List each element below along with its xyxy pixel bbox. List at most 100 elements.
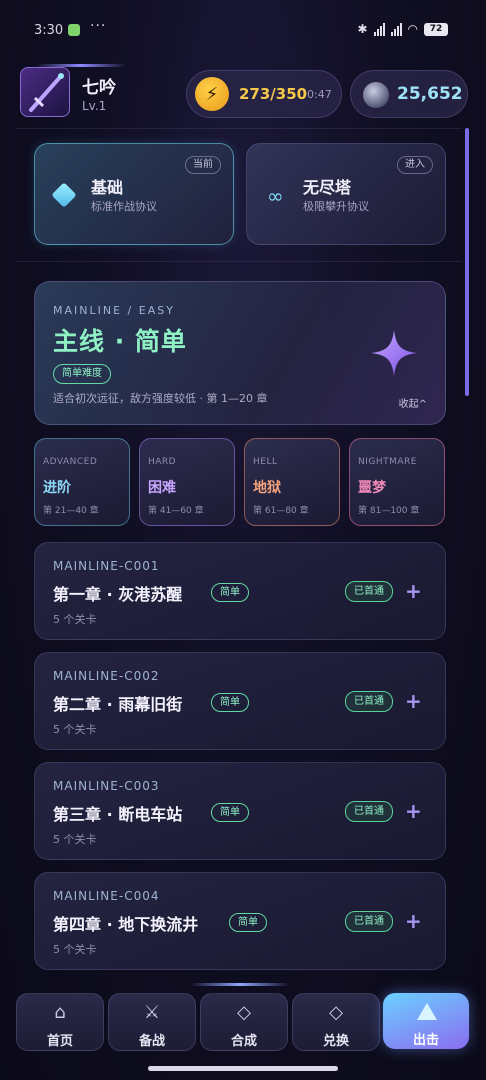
difficulty-cn: 进阶 (43, 480, 71, 496)
mainline-easy-card[interactable]: MAINLINE / EASY 主线 · 简单 简单难度 适合初次远征，敌方强度… (34, 281, 446, 425)
diamond-icon (51, 182, 77, 208)
nav-label: 首页 (46, 1034, 73, 1049)
bluetooth-icon: ✱ (357, 22, 368, 36)
nav-exchange[interactable]: ◇ 兑换 (292, 993, 380, 1051)
chapter-code: MAINLINE-C001 (53, 559, 160, 573)
nav-prepare[interactable]: ⚔ 备战 (108, 993, 196, 1051)
diamond-icon: ◇ (237, 1002, 251, 1023)
divider (16, 261, 462, 262)
gem-value: 25,652 (397, 84, 463, 104)
player-header: 七吟 Lv.1 ⚡ 273/350 0:47 25,652 (0, 62, 486, 128)
energy-value: 273/350 (239, 85, 308, 103)
chapter-difficulty-tag: 简单 (229, 913, 267, 932)
gem-counter[interactable]: 25,652 (350, 70, 468, 118)
crossed-swords-icon: ⚔ (143, 1002, 161, 1023)
signal-icon (373, 22, 385, 36)
difficulty-range: 第 21—40 章 (43, 506, 99, 516)
status-bar: 3:30 ··· ✱ ◠ 72 (0, 0, 486, 62)
wifi-icon: ◠ (407, 22, 418, 36)
chapter-status-badge: 已首通 (345, 691, 393, 712)
nav-home[interactable]: ⌂ 首页 (16, 993, 104, 1051)
collapse-button[interactable]: 收起^ (399, 395, 427, 410)
chapter-card[interactable]: MAINLINE-C001 第一章 · 灰港苏醒 简单 5 个关卡 已首通 + (34, 542, 446, 640)
hero-description: 适合初次远征，敌方强度较低 · 第 1—20 章 (53, 392, 268, 405)
difficulty-cn: 困难 (148, 480, 176, 496)
chapter-code: MAINLINE-C004 (53, 889, 160, 903)
chapter-stage-count: 5 个关卡 (53, 833, 97, 846)
chapter-stage-count: 5 个关卡 (53, 613, 97, 626)
chapter-difficulty-tag: 简单 (211, 693, 249, 712)
chapter-card[interactable]: MAINLINE-C004 第四章 · 地下换流井 简单 5 个关卡 已首通 + (34, 872, 446, 970)
difficulty-en: HELL (253, 457, 278, 467)
mode-title: 无尽塔 (303, 178, 352, 197)
chapter-title: 第二章 · 雨幕旧街 (53, 695, 183, 714)
difficulty-hell[interactable]: HELL 地狱 第 61—80 章 (244, 438, 340, 526)
more-notifications-icon: ··· (90, 18, 107, 34)
enter-badge[interactable]: 进入 (397, 156, 433, 174)
difficulty-hard[interactable]: HARD 困难 第 41—60 章 (139, 438, 235, 526)
energy-timer: 0:47 (307, 88, 332, 101)
expand-plus-icon[interactable]: + (405, 689, 422, 713)
chapter-stage-count: 5 个关卡 (53, 723, 97, 736)
chapter-status-badge: 已首通 (345, 801, 393, 822)
lightning-icon: ⚡ (195, 77, 229, 111)
chapter-card[interactable]: MAINLINE-C002 第二章 · 雨幕旧街 简单 5 个关卡 已首通 + (34, 652, 446, 750)
difficulty-tag: 简单难度 (53, 364, 111, 384)
mode-card-endless-tower[interactable]: ∞ 无尽塔 极限攀升协议 进入 (246, 143, 446, 245)
avatar-glow (36, 64, 126, 67)
app-notification-icon (68, 24, 80, 36)
chapter-code: MAINLINE-C003 (53, 779, 160, 793)
main-scroll-area[interactable]: 基础 标准作战协议 当前 ∞ 无尽塔 极限攀升协议 进入 MAINLINE / … (16, 128, 462, 980)
chapter-title: 第三章 · 断电车站 (53, 805, 183, 824)
difficulty-en: ADVANCED (43, 457, 98, 467)
expand-plus-icon[interactable]: + (405, 799, 422, 823)
mode-title: 基础 (91, 178, 124, 197)
mode-card-basic[interactable]: 基础 标准作战协议 当前 (34, 143, 234, 245)
current-badge: 当前 (185, 156, 221, 174)
nav-synthesize[interactable]: ◇ 合成 (200, 993, 288, 1051)
chapter-stage-count: 5 个关卡 (53, 943, 97, 956)
difficulty-en: HARD (148, 457, 177, 467)
nav-glow (190, 983, 290, 986)
expand-plus-icon[interactable]: + (405, 909, 422, 933)
user-level: Lv.1 (82, 99, 107, 113)
infinity-icon: ∞ (267, 184, 284, 208)
chapter-card[interactable]: MAINLINE-C003 第三章 · 断电车站 简单 5 个关卡 已首通 + (34, 762, 446, 860)
status-indicators: ✱ ◠ 72 (357, 22, 448, 36)
sword-icon (29, 73, 64, 112)
nav-label: 出击 (412, 1033, 439, 1048)
gem-icon (363, 82, 389, 108)
nav-label: 备战 (138, 1034, 165, 1049)
hero-title: 主线 · 简单 (53, 327, 187, 356)
avatar[interactable] (20, 67, 70, 117)
nav-label: 兑换 (322, 1034, 349, 1049)
chapter-title: 第一章 · 灰港苏醒 (53, 585, 183, 604)
difficulty-range: 第 81—100 章 (358, 506, 420, 516)
battery-icon: 72 (424, 22, 448, 36)
difficulty-en: NIGHTMARE (358, 457, 417, 467)
difficulty-cn: 地狱 (253, 480, 281, 496)
chapter-title: 第四章 · 地下换流井 (53, 915, 199, 934)
signal-icon-2 (390, 22, 402, 36)
nav-sortie-button[interactable]: 出击 (383, 993, 469, 1049)
chapter-status-badge: 已首通 (345, 911, 393, 932)
mode-subtitle: 极限攀升协议 (303, 200, 369, 213)
difficulty-cn: 噩梦 (358, 480, 386, 496)
difficulty-nightmare[interactable]: NIGHTMARE 噩梦 第 81—100 章 (349, 438, 445, 526)
home-indicator[interactable] (148, 1066, 338, 1071)
difficulty-range: 第 61—80 章 (253, 506, 309, 516)
status-time: 3:30 (34, 23, 64, 38)
mode-subtitle: 标准作战协议 (91, 200, 157, 213)
nav-label: 合成 (230, 1034, 257, 1049)
triangle-icon (417, 1003, 437, 1020)
user-name: 七吟 (82, 78, 116, 98)
chapter-status-badge: 已首通 (345, 581, 393, 602)
expand-plus-icon[interactable]: + (405, 579, 422, 603)
diamond-icon: ◇ (329, 1002, 343, 1023)
scrollbar-thumb[interactable] (465, 128, 469, 396)
hero-kicker: MAINLINE / EASY (53, 304, 175, 317)
energy-counter[interactable]: ⚡ 273/350 0:47 (186, 70, 342, 118)
sparkle-icon (371, 330, 417, 376)
difficulty-advanced[interactable]: ADVANCED 进阶 第 21—40 章 (34, 438, 130, 526)
chapter-difficulty-tag: 简单 (211, 583, 249, 602)
